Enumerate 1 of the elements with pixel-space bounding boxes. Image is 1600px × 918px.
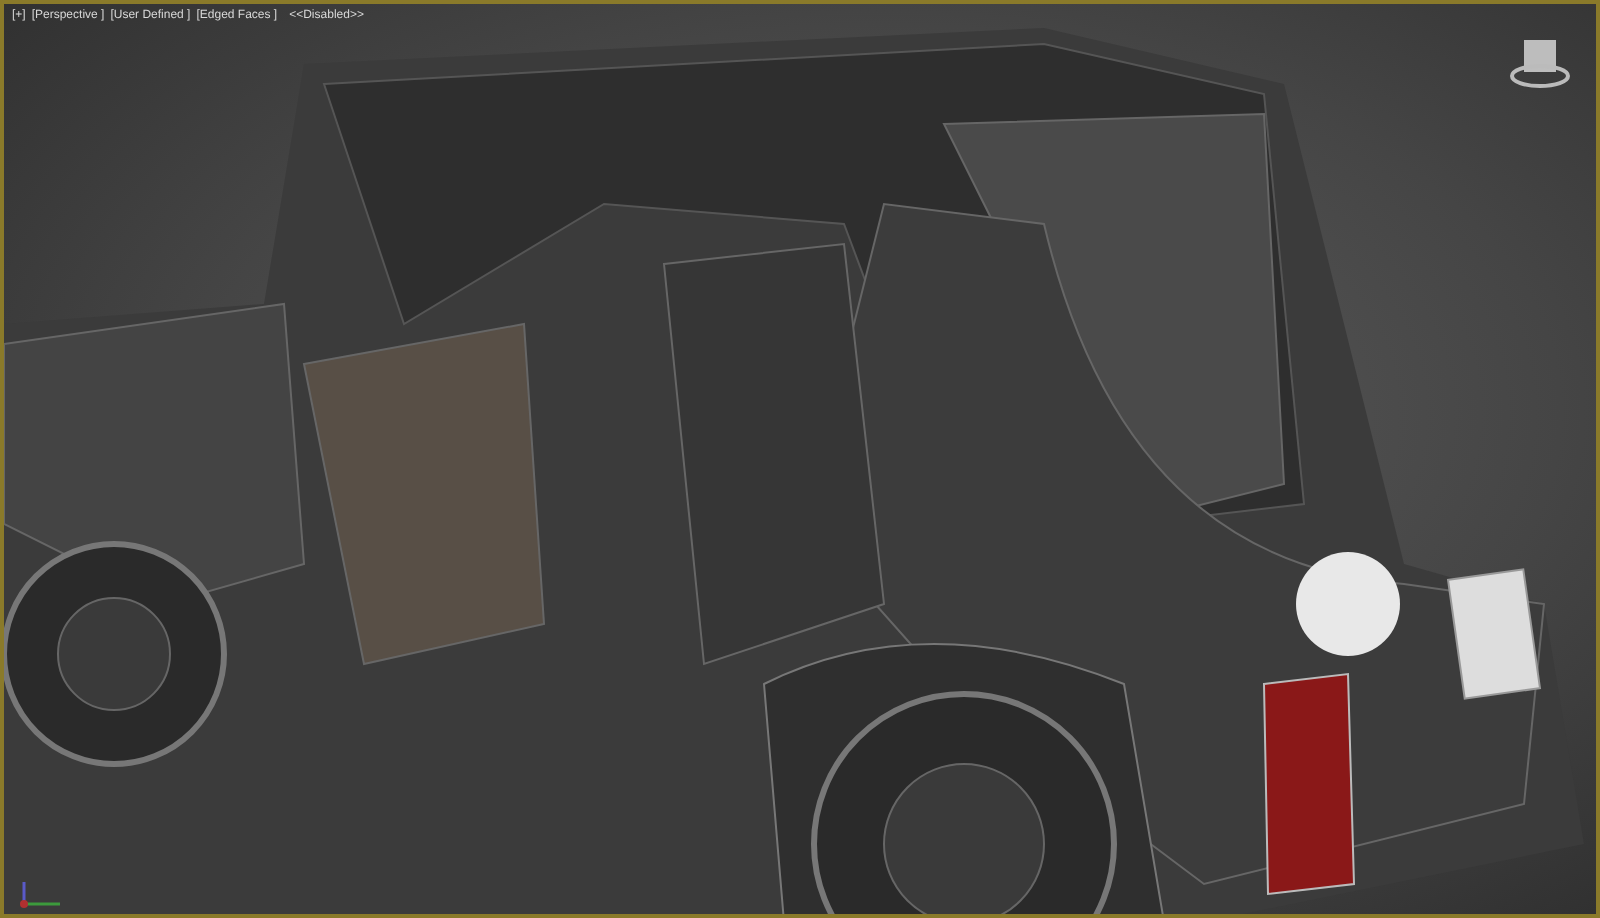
view-cube-icon[interactable] <box>1508 36 1572 92</box>
